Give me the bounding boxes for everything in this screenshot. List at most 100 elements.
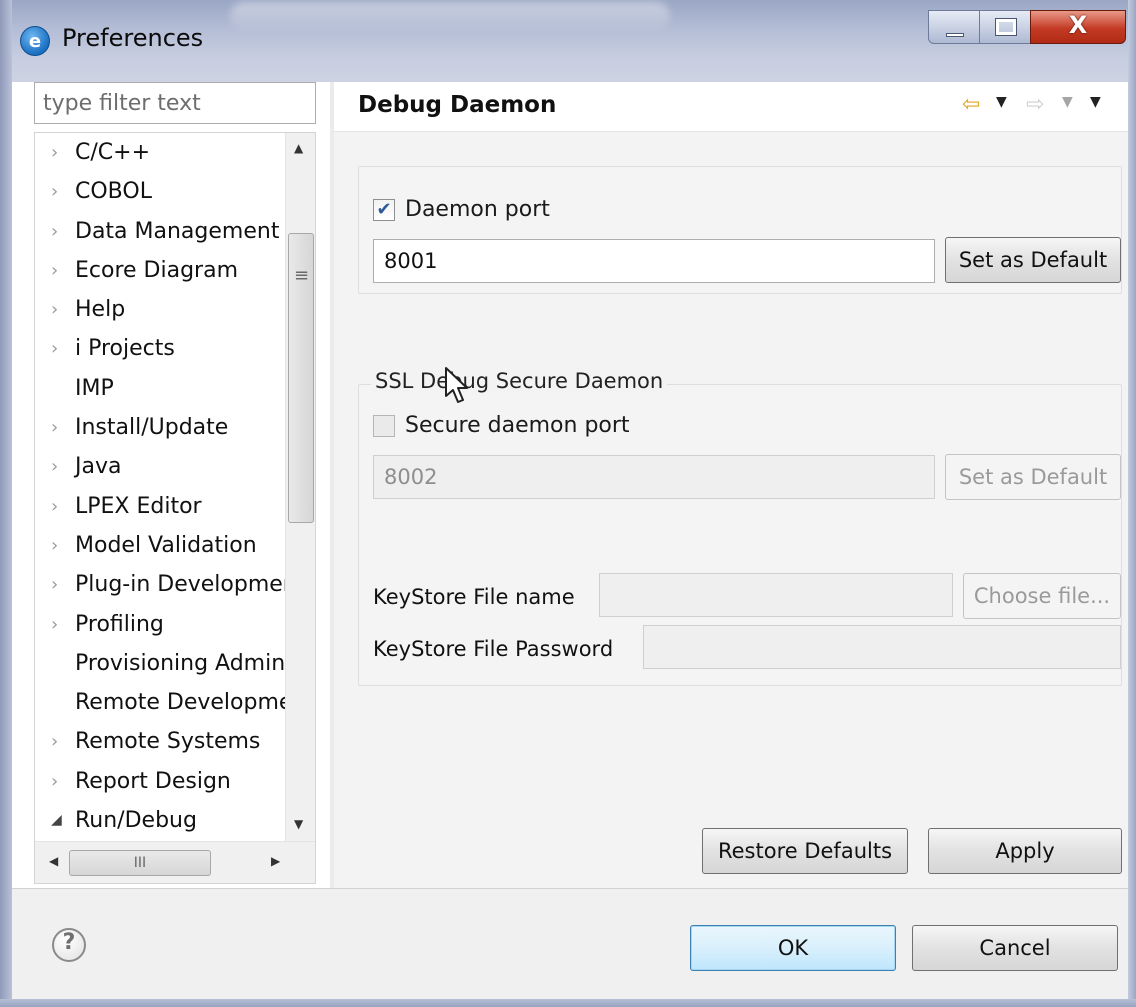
window-frame-bottom xyxy=(0,999,1136,1007)
secure-port-label: Secure daemon port xyxy=(405,413,630,438)
daemon-port-input[interactable] xyxy=(373,239,935,283)
tree-item-label: Ecore Diagram xyxy=(75,257,239,283)
restore-defaults-button[interactable]: Restore Defaults xyxy=(702,828,908,874)
page-body: ✔ Daemon port Set as Default SSL Debug S… xyxy=(334,132,1128,888)
maximize-button[interactable] xyxy=(979,10,1031,44)
tree-item-label: Plug-in Development xyxy=(75,572,285,598)
eclipse-icon: e xyxy=(20,26,50,56)
expanded-arrow-icon[interactable]: ◢ xyxy=(51,801,67,840)
tree-item-label: Report Design xyxy=(75,768,231,794)
set-as-default-button[interactable]: Set as Default xyxy=(945,237,1121,283)
tree-item[interactable]: › Profiling xyxy=(35,605,285,644)
view-menu-icon[interactable]: ▼ xyxy=(1090,94,1101,110)
chevron-right-icon[interactable]: › xyxy=(51,329,67,368)
daemon-port-checkbox-row[interactable]: ✔ Daemon port xyxy=(373,197,550,222)
tree-item[interactable]: › Model Validation xyxy=(35,526,285,565)
tree-item[interactable]: › Java xyxy=(35,447,285,486)
scroll-left-icon[interactable]: ◀ xyxy=(49,854,58,868)
chevron-right-icon[interactable]: › xyxy=(51,290,67,329)
tree-item-label: COBOL xyxy=(75,179,152,205)
daemon-port-group: ✔ Daemon port Set as Default xyxy=(358,166,1122,294)
tree-item-label: Run/Debug xyxy=(75,808,197,834)
tree-item-label: Help xyxy=(75,297,126,323)
daemon-port-checkbox[interactable]: ✔ xyxy=(373,198,395,221)
filter-input[interactable] xyxy=(34,82,316,124)
tree-item-label: C/C++ xyxy=(75,140,151,165)
keystore-name-label: KeyStore File name xyxy=(373,585,575,609)
chevron-right-icon[interactable]: › xyxy=(51,172,67,211)
tree-item[interactable]: Remote Development xyxy=(35,683,285,722)
tree-item-label: Data Management xyxy=(75,218,280,244)
chevron-right-icon[interactable]: › xyxy=(51,487,67,526)
secure-port-checkbox[interactable] xyxy=(373,414,395,437)
tree-item[interactable]: › i Projects xyxy=(35,329,285,368)
scroll-up-icon[interactable]: ▲ xyxy=(294,141,303,155)
ok-button[interactable]: OK xyxy=(690,925,896,971)
chevron-right-icon[interactable]: › xyxy=(51,447,67,486)
chevron-right-icon[interactable]: › xyxy=(51,408,67,447)
close-button[interactable]: X xyxy=(1030,10,1126,44)
chevron-right-icon[interactable]: › xyxy=(51,526,67,565)
mouse-cursor-icon xyxy=(445,367,468,403)
tree-item[interactable]: › C/C++ xyxy=(35,133,285,172)
tree-item-label: Java xyxy=(75,454,122,480)
arrow-left-icon[interactable]: ⇦ xyxy=(962,92,980,117)
tree-item[interactable]: IMP xyxy=(35,369,285,408)
scroll-thumb-horizontal[interactable]: III xyxy=(69,850,211,876)
secure-set-as-default-button: Set as Default xyxy=(945,454,1121,500)
apply-button[interactable]: Apply xyxy=(928,828,1122,874)
ssl-secure-daemon-group: SSL Debug Secure Daemon Secure daemon po… xyxy=(358,369,1122,686)
minimize-icon xyxy=(946,33,964,37)
chevron-right-icon[interactable]: › xyxy=(51,251,67,290)
tree-item-label: Profiling xyxy=(75,611,164,637)
tree-item[interactable]: › LPEX Editor xyxy=(35,487,285,526)
chevron-right-icon[interactable]: › xyxy=(51,722,67,761)
window-frame-right xyxy=(1128,0,1136,1007)
page-title: Debug Daemon xyxy=(358,92,557,118)
preference-tree: › C/C++ › COBOL › Data Management › Ecore Diagr… xyxy=(34,132,316,884)
keystore-name-input xyxy=(599,573,953,617)
tree-item[interactable]: › COBOL xyxy=(35,172,285,211)
secure-port-input xyxy=(373,455,935,499)
maximize-icon xyxy=(995,18,1017,36)
chevron-right-icon[interactable]: › xyxy=(51,565,67,604)
dialog-client-area: › C/C++ › COBOL › Data Management › Ecore Diagr… xyxy=(12,82,1128,999)
tree-horizontal-scrollbar[interactable]: ◀ III ▶ xyxy=(35,841,315,883)
tree-item-label: Install/Update xyxy=(75,415,229,441)
chevron-down-icon[interactable]: ▼ xyxy=(996,94,1007,110)
dialog-button-bar: ? OK Cancel xyxy=(12,889,1128,999)
tree-item[interactable]: › Ecore Diagram xyxy=(35,251,285,290)
scroll-down-icon[interactable]: ▼ xyxy=(294,817,303,831)
tree-item[interactable]: Provisioning Admin xyxy=(35,644,285,683)
tree-item[interactable]: › Help xyxy=(35,290,285,329)
tree-item[interactable]: › Plug-in Development xyxy=(35,565,285,604)
tree-item[interactable]: › Remote Systems xyxy=(35,722,285,761)
chevron-right-icon[interactable]: › xyxy=(51,133,67,172)
cancel-button[interactable]: Cancel xyxy=(912,925,1118,971)
tree-item[interactable]: › Install/Update xyxy=(35,408,285,447)
ssl-group-title: SSL Debug Secure Daemon xyxy=(371,369,668,393)
chevron-right-icon[interactable]: › xyxy=(51,605,67,644)
tree-item-label: Remote Systems xyxy=(75,729,261,755)
tree-item[interactable]: ◢ Run/Debug xyxy=(35,801,285,840)
chevron-right-icon[interactable]: › xyxy=(51,212,67,251)
window-title: Preferences xyxy=(62,24,204,52)
tree-item[interactable]: › Report Design xyxy=(35,762,285,801)
close-icon: X xyxy=(1068,11,1088,39)
tree-item-label: Remote Development xyxy=(75,690,285,716)
minimize-button[interactable] xyxy=(928,10,980,44)
tree-item[interactable]: › Data Management xyxy=(35,212,285,251)
grip-icon: ≡ xyxy=(294,265,310,286)
chevron-down-icon: ▼ xyxy=(1062,94,1073,110)
chevron-right-icon[interactable]: › xyxy=(51,762,67,801)
tree-vertical-scrollbar[interactable]: ▲ ≡ ▼ xyxy=(285,133,315,841)
choose-file-button: Choose file... xyxy=(963,573,1121,619)
preference-tree-list: › C/C++ › COBOL › Data Management › Ecore Diagr… xyxy=(35,133,285,840)
keystore-password-label: KeyStore File Password xyxy=(373,637,614,661)
secure-port-checkbox-row[interactable]: Secure daemon port xyxy=(373,413,630,438)
arrow-right-icon: ⇨ xyxy=(1026,92,1045,117)
tree-item-label: LPEX Editor xyxy=(75,493,202,519)
tree-item-label: i Projects xyxy=(75,336,175,362)
scroll-right-icon[interactable]: ▶ xyxy=(271,854,280,868)
help-icon[interactable]: ? xyxy=(52,928,86,962)
